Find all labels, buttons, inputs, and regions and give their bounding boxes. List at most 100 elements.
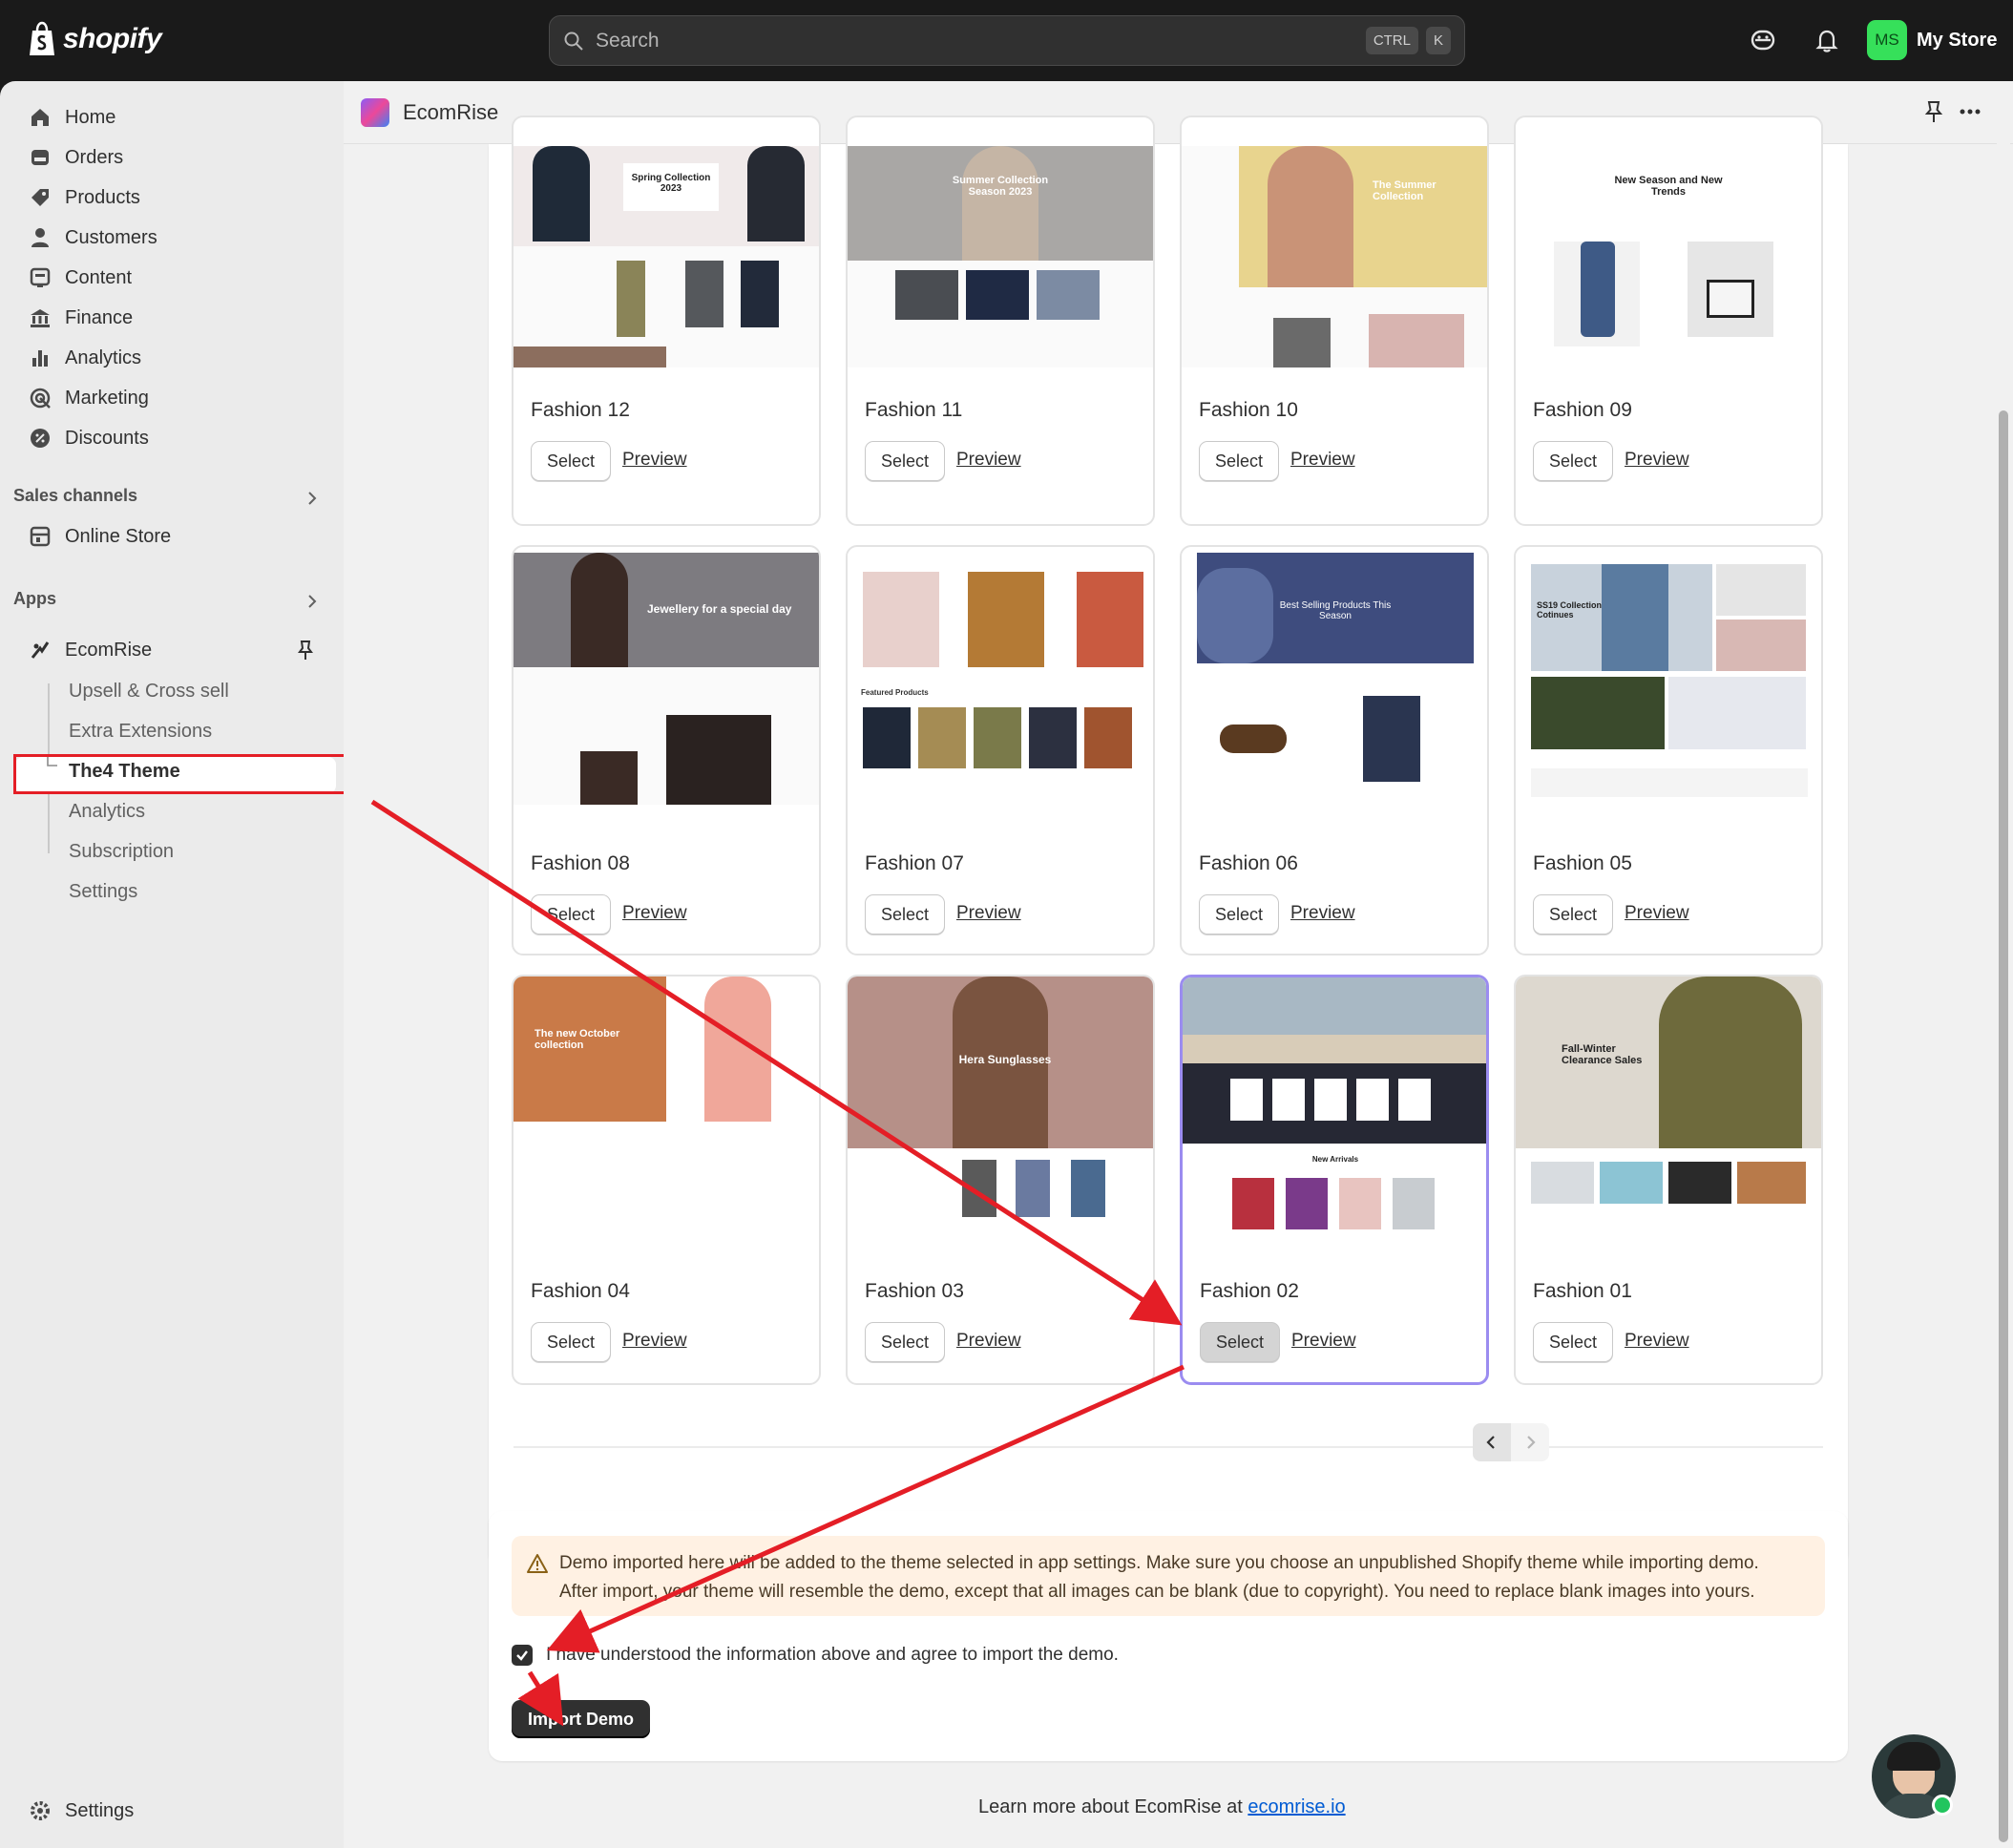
scrollbar-thumb[interactable] bbox=[1999, 410, 2008, 1842]
previous-page-button[interactable] bbox=[1473, 1423, 1511, 1461]
theme-thumbnail: SS19 Collection Cotinues bbox=[1516, 553, 1821, 805]
preview-link[interactable]: Preview bbox=[1625, 1331, 1689, 1352]
sidebar-subitem-extra-extensions[interactable]: Extra Extensions bbox=[69, 721, 212, 743]
theme-card-fashion-11[interactable]: Summer Collection Season 2023 Fashion 11… bbox=[846, 116, 1155, 526]
theme-thumbnail: New Arrivals bbox=[1183, 977, 1486, 1235]
target-icon bbox=[30, 388, 51, 409]
select-button[interactable]: Select bbox=[865, 1322, 945, 1362]
theme-grid-panel: Spring Collection 2023 Fashion 12 Select… bbox=[489, 116, 1848, 1566]
sidebar-item-label: Discounts bbox=[65, 427, 149, 449]
select-button[interactable]: Select bbox=[1533, 441, 1613, 481]
sidebar-item-label: Settings bbox=[65, 1799, 135, 1821]
store-icon bbox=[30, 526, 51, 547]
sidebar-item-customers[interactable]: Customers bbox=[29, 220, 157, 255]
thumb-headline: Hera Sunglasses bbox=[958, 1053, 1052, 1066]
theme-card-fashion-04[interactable]: The new October collection Fashion 04 Se… bbox=[512, 975, 821, 1385]
preview-link[interactable]: Preview bbox=[1625, 450, 1689, 471]
select-button[interactable]: Select bbox=[1533, 1322, 1613, 1362]
theme-card-fashion-09[interactable]: New Season and New Trends Fashion 09 Sel… bbox=[1514, 116, 1823, 526]
preview-link[interactable]: Preview bbox=[1290, 450, 1355, 471]
shortcut-ctrl-key: CTRL bbox=[1365, 27, 1418, 54]
preview-link[interactable]: Preview bbox=[622, 903, 687, 924]
theme-name: Fashion 11 bbox=[865, 399, 963, 421]
theme-name: Fashion 08 bbox=[531, 852, 630, 874]
sidebar-subitem-upsell[interactable]: Upsell & Cross sell bbox=[69, 681, 229, 703]
sidekick-icon[interactable] bbox=[1748, 25, 1778, 55]
sales-channels-heading: Sales channels bbox=[13, 486, 138, 505]
person-icon bbox=[31, 228, 49, 247]
select-button[interactable]: Select bbox=[1200, 1322, 1280, 1362]
theme-card-fashion-05[interactable]: SS19 Collection Cotinues Fashion 05 Sele… bbox=[1514, 545, 1823, 956]
store-name: My Store bbox=[1917, 29, 1998, 51]
thumb-headline: Jewellery for a special day bbox=[647, 602, 792, 616]
select-button[interactable]: Select bbox=[531, 894, 611, 934]
theme-card-fashion-10[interactable]: The Summer Collection Fashion 10 Select … bbox=[1180, 116, 1489, 526]
sidebar-item-ecomrise[interactable]: EcomRise bbox=[29, 633, 152, 667]
thumb-headline: The Summer Collection bbox=[1373, 179, 1436, 202]
theme-name: Fashion 12 bbox=[531, 399, 630, 421]
select-button[interactable]: Select bbox=[865, 441, 945, 481]
theme-card-fashion-06[interactable]: Best Selling Products This Season Fashio… bbox=[1180, 545, 1489, 956]
sidebar-item-settings[interactable]: Settings bbox=[29, 1794, 134, 1828]
sidebar-item-analytics[interactable]: Analytics bbox=[29, 341, 141, 375]
chevron-right-icon[interactable] bbox=[304, 593, 321, 610]
preview-link[interactable]: Preview bbox=[956, 450, 1021, 471]
select-button[interactable]: Select bbox=[865, 894, 945, 934]
chevron-right-icon bbox=[1527, 1436, 1536, 1449]
sidebar-item-label: Home bbox=[65, 106, 116, 128]
theme-thumbnail: Best Selling Products This Season bbox=[1182, 553, 1487, 805]
agree-checkbox-row[interactable]: I have understood the information above … bbox=[512, 1645, 1119, 1666]
sidebar-item-finance[interactable]: Finance bbox=[29, 301, 133, 335]
ecomrise-link[interactable]: ecomrise.io bbox=[1248, 1796, 1345, 1817]
chevron-right-icon[interactable] bbox=[304, 490, 321, 507]
preview-link[interactable]: Preview bbox=[1290, 903, 1355, 924]
agree-label: I have understood the information above … bbox=[546, 1645, 1119, 1665]
next-page-button[interactable] bbox=[1511, 1423, 1549, 1461]
shopify-logo[interactable]: shopify bbox=[27, 21, 162, 57]
more-options-icon[interactable] bbox=[1957, 98, 1983, 125]
preview-link[interactable]: Preview bbox=[956, 903, 1021, 924]
bar-chart-icon bbox=[32, 350, 48, 367]
sidebar-item-marketing[interactable]: Marketing bbox=[29, 381, 149, 415]
preview-link[interactable]: Preview bbox=[1625, 903, 1689, 924]
sidebar-subitem-settings[interactable]: Settings bbox=[69, 881, 137, 903]
select-button[interactable]: Select bbox=[1199, 894, 1279, 934]
theme-card-fashion-07[interactable]: Featured Products Fashion 07 Select Prev… bbox=[846, 545, 1155, 956]
bell-icon[interactable] bbox=[1812, 25, 1842, 55]
preview-link[interactable]: Preview bbox=[622, 450, 687, 471]
theme-card-fashion-01[interactable]: Fall-Winter Clearance Sales Fashion 01 S… bbox=[1514, 975, 1823, 1385]
sidebar-item-content[interactable]: Content bbox=[29, 261, 132, 295]
search-bar[interactable]: CTRL K bbox=[549, 15, 1465, 66]
sidebar-item-online-store[interactable]: Online Store bbox=[29, 519, 171, 554]
sidebar-item-home[interactable]: Home bbox=[29, 100, 115, 135]
sidebar-item-label: EcomRise bbox=[65, 639, 153, 661]
agree-checkbox[interactable] bbox=[512, 1645, 533, 1666]
sidebar-item-products[interactable]: Products bbox=[29, 180, 140, 215]
sidebar-subitem-subscription[interactable]: Subscription bbox=[69, 841, 174, 863]
sidebar-item-discounts[interactable]: Discounts bbox=[29, 421, 149, 455]
preview-link[interactable]: Preview bbox=[622, 1331, 687, 1352]
select-button[interactable]: Select bbox=[531, 441, 611, 481]
preview-link[interactable]: Preview bbox=[956, 1331, 1021, 1352]
sidebar-item-orders[interactable]: Orders bbox=[29, 140, 123, 175]
pin-icon[interactable] bbox=[1920, 98, 1947, 125]
thumb-headline: Summer Collection Season 2023 bbox=[952, 175, 1049, 198]
theme-card-fashion-08[interactable]: Jewellery for a special day Fashion 08 S… bbox=[512, 545, 821, 956]
preview-link[interactable]: Preview bbox=[1291, 1331, 1356, 1352]
select-button[interactable]: Select bbox=[1533, 894, 1613, 934]
sidebar-subitem-analytics[interactable]: Analytics bbox=[69, 801, 145, 823]
theme-name: Fashion 10 bbox=[1199, 399, 1298, 421]
theme-card-fashion-12[interactable]: Spring Collection 2023 Fashion 12 Select… bbox=[512, 116, 821, 526]
search-input[interactable] bbox=[596, 29, 1358, 52]
theme-thumbnail: Jewellery for a special day bbox=[514, 553, 819, 805]
theme-card-fashion-02[interactable]: New Arrivals Fashion 02 Select Preview bbox=[1180, 975, 1489, 1385]
select-button[interactable]: Select bbox=[531, 1322, 611, 1362]
online-status-dot bbox=[1932, 1795, 1953, 1816]
pin-icon[interactable] bbox=[294, 639, 317, 662]
theme-name: Fashion 07 bbox=[865, 852, 964, 874]
import-demo-button[interactable]: Import Demo bbox=[512, 1700, 651, 1738]
store-menu-button[interactable]: MS My Store bbox=[1867, 20, 1997, 60]
select-button[interactable]: Select bbox=[1199, 441, 1279, 481]
theme-card-fashion-03[interactable]: Hera Sunglasses Fashion 03 Select Previe… bbox=[846, 975, 1155, 1385]
import-demo-panel: Demo imported here will be added to the … bbox=[489, 1511, 1848, 1761]
